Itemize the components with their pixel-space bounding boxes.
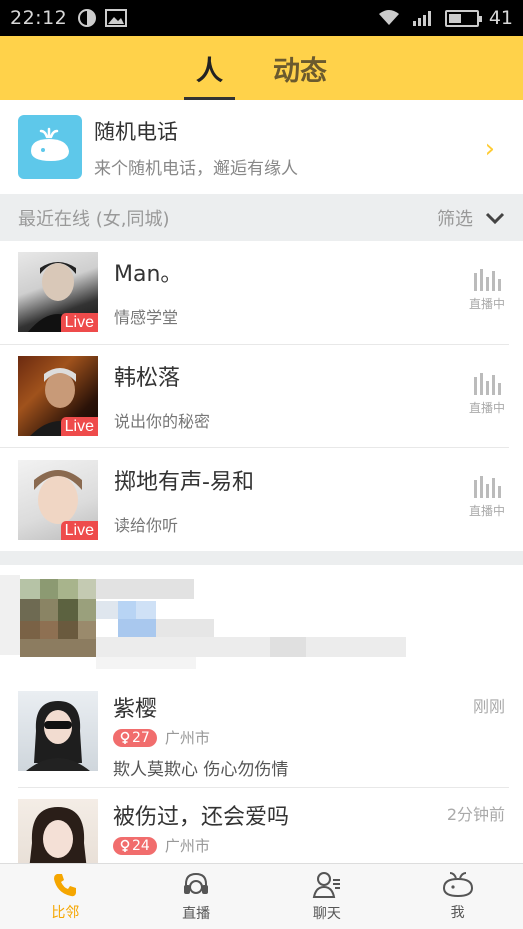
female-icon [120, 839, 130, 852]
whale-icon [442, 872, 473, 898]
status-time: 22:12 [10, 7, 68, 29]
sync-icon [78, 9, 97, 27]
tab-nearby[interactable]: 比邻 [0, 864, 131, 929]
tab-me[interactable]: 我 [392, 864, 523, 929]
live-status: 直播中 [465, 476, 509, 519]
age-badge: 24 [113, 836, 157, 855]
live-badge: Live [60, 520, 98, 540]
age-value: 27 [132, 729, 150, 746]
live-status-label: 直播中 [468, 297, 505, 311]
equalizer-icon [465, 372, 509, 395]
live-user-row[interactable]: Live 掷地有声-易和 读给你听 直播中 [0, 448, 509, 552]
user-name: 紫樱 [113, 697, 158, 722]
user-city: 广州市 [164, 837, 210, 855]
user-signature: 欺人莫欺心 伤心勿伤情 [113, 760, 289, 780]
chat-person-icon [312, 872, 340, 898]
live-badge: Live [60, 313, 98, 333]
image-icon [105, 9, 128, 27]
top-tabs: 人 动态 [0, 36, 523, 100]
equalizer-icon [465, 269, 509, 291]
tab-label: 直播 [182, 906, 211, 922]
user-name: 掷地有声-易和 [114, 469, 254, 495]
random-call-subtitle: 来个随机电话，邂逅有缘人 [94, 158, 298, 179]
section-header: 最近在线 (女,同城) 筛选 [0, 194, 523, 241]
section-divider [0, 551, 523, 565]
live-status-label: 直播中 [468, 400, 505, 415]
random-call-title: 随机电话 [94, 119, 178, 144]
live-user-row[interactable]: Live Man。 情感学堂 直播中 [0, 241, 509, 345]
chevron-right-icon: › [484, 134, 495, 164]
tab-people[interactable]: 人 [184, 36, 235, 100]
whale-icon [18, 115, 82, 179]
tab-label: 我 [450, 905, 465, 921]
user-name: 韩松落 [114, 365, 181, 391]
avatar: Live [18, 459, 98, 540]
last-active-time: 2分钟前 [446, 805, 505, 824]
tab-live[interactable]: 直播 [131, 864, 262, 929]
avatar: Live [18, 252, 98, 333]
last-active-time: 刚刚 [472, 697, 505, 716]
filter-button[interactable]: 筛选 [437, 205, 505, 231]
live-status: 直播中 [465, 269, 509, 312]
phone-icon [54, 874, 77, 897]
live-status: 直播中 [465, 372, 509, 416]
section-title: 最近在线 (女,同城) [18, 208, 170, 230]
equalizer-icon [465, 476, 509, 498]
status-bar: 22:12 41 [0, 0, 523, 36]
user-desc: 读给你听 [114, 515, 179, 535]
live-user-row[interactable]: Live 韩松落 说出你的秘密 直播中 [0, 345, 509, 448]
random-call-entry[interactable]: 随机电话 来个随机电话，邂逅有缘人 › [0, 100, 523, 194]
live-status-label: 直播中 [468, 504, 505, 518]
avatar [18, 691, 98, 771]
wifi-icon [378, 10, 399, 25]
chevron-down-icon [485, 212, 505, 224]
tab-moments[interactable]: 动态 [261, 36, 339, 100]
battery-icon [444, 9, 482, 27]
age-badge: 27 [113, 728, 157, 747]
female-icon [120, 731, 130, 744]
filter-label: 筛选 [437, 208, 473, 230]
battery-level: 41 [488, 7, 513, 29]
tab-chat[interactable]: 聊天 [262, 864, 393, 929]
user-name: Man。 [114, 262, 183, 288]
user-city: 广州市 [164, 729, 210, 747]
tab-label: 聊天 [312, 906, 341, 922]
nearby-user-row[interactable]: 紫樱 刚刚 27 广州市 欺人莫欺心 伤心勿伤情 [0, 677, 523, 787]
user-desc: 说出你的秘密 [114, 411, 211, 431]
tab-label: 比邻 [51, 905, 80, 921]
live-badge: Live [60, 416, 98, 436]
user-name: 被伤过，还会爱吗 [113, 805, 290, 830]
avatar: Live [18, 355, 98, 436]
live-user-list: Live Man。 情感学堂 直播中 Live 韩松落 说出你的秘密 直播中 L… [0, 241, 523, 552]
age-value: 24 [132, 837, 150, 854]
bottom-tab-bar: 比邻 直播 聊天 我 [0, 863, 523, 929]
signal-icon [412, 11, 431, 26]
headset-icon [184, 872, 209, 894]
blurred-banner[interactable] [0, 565, 523, 677]
user-desc: 情感学堂 [114, 308, 179, 328]
